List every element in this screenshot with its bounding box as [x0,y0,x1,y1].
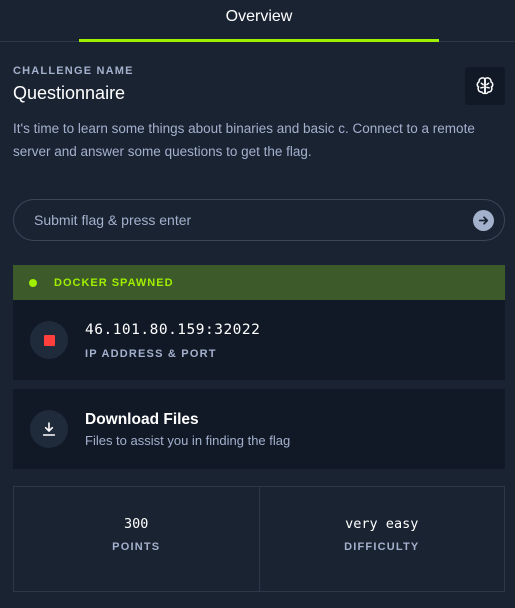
flag-input[interactable] [14,200,504,240]
download-panel[interactable]: Download Files Files to assist you in fi… [13,389,505,469]
download-icon [42,422,56,436]
challenge-name: Questionnaire [13,83,126,103]
difficulty-label: DIFFICULTY [344,541,420,553]
download-title: Download Files [85,411,199,428]
stop-icon [43,334,55,346]
points-value: 300 [124,516,149,532]
flag-form [13,199,505,241]
docker-status-bar: DOCKER SPAWNED [13,265,505,300]
download-subtitle: Files to assist you in finding the flag [85,433,291,448]
stat-points: 300 POINTS [14,487,259,591]
difficulty-value: very easy [345,516,419,532]
ip-address[interactable]: 46.101.80.159:32022 [85,322,260,338]
download-button[interactable] [30,410,68,448]
ip-address-label: IP ADDRESS & PORT [85,348,217,360]
brain-icon [476,77,494,95]
challenge-name-label: CHALLENGE NAME [13,65,134,77]
stat-difficulty: very easy DIFFICULTY [258,487,505,591]
stats-panel: 300 POINTS very easy DIFFICULTY [13,486,505,592]
tab-bar: Overview [0,0,515,42]
arrow-right-icon [478,216,489,225]
stop-instance-button[interactable] [30,321,68,359]
category-badge [465,67,505,105]
points-label: POINTS [112,541,161,553]
status-dot [29,278,37,287]
submit-flag-button[interactable] [473,210,494,231]
challenge-description: It's time to learn some things about bin… [13,121,475,159]
tab-overview[interactable]: Overview [79,0,439,42]
instance-panel: 46.101.80.159:32022 IP ADDRESS & PORT [13,300,505,380]
docker-status-text: DOCKER SPAWNED [54,276,174,289]
